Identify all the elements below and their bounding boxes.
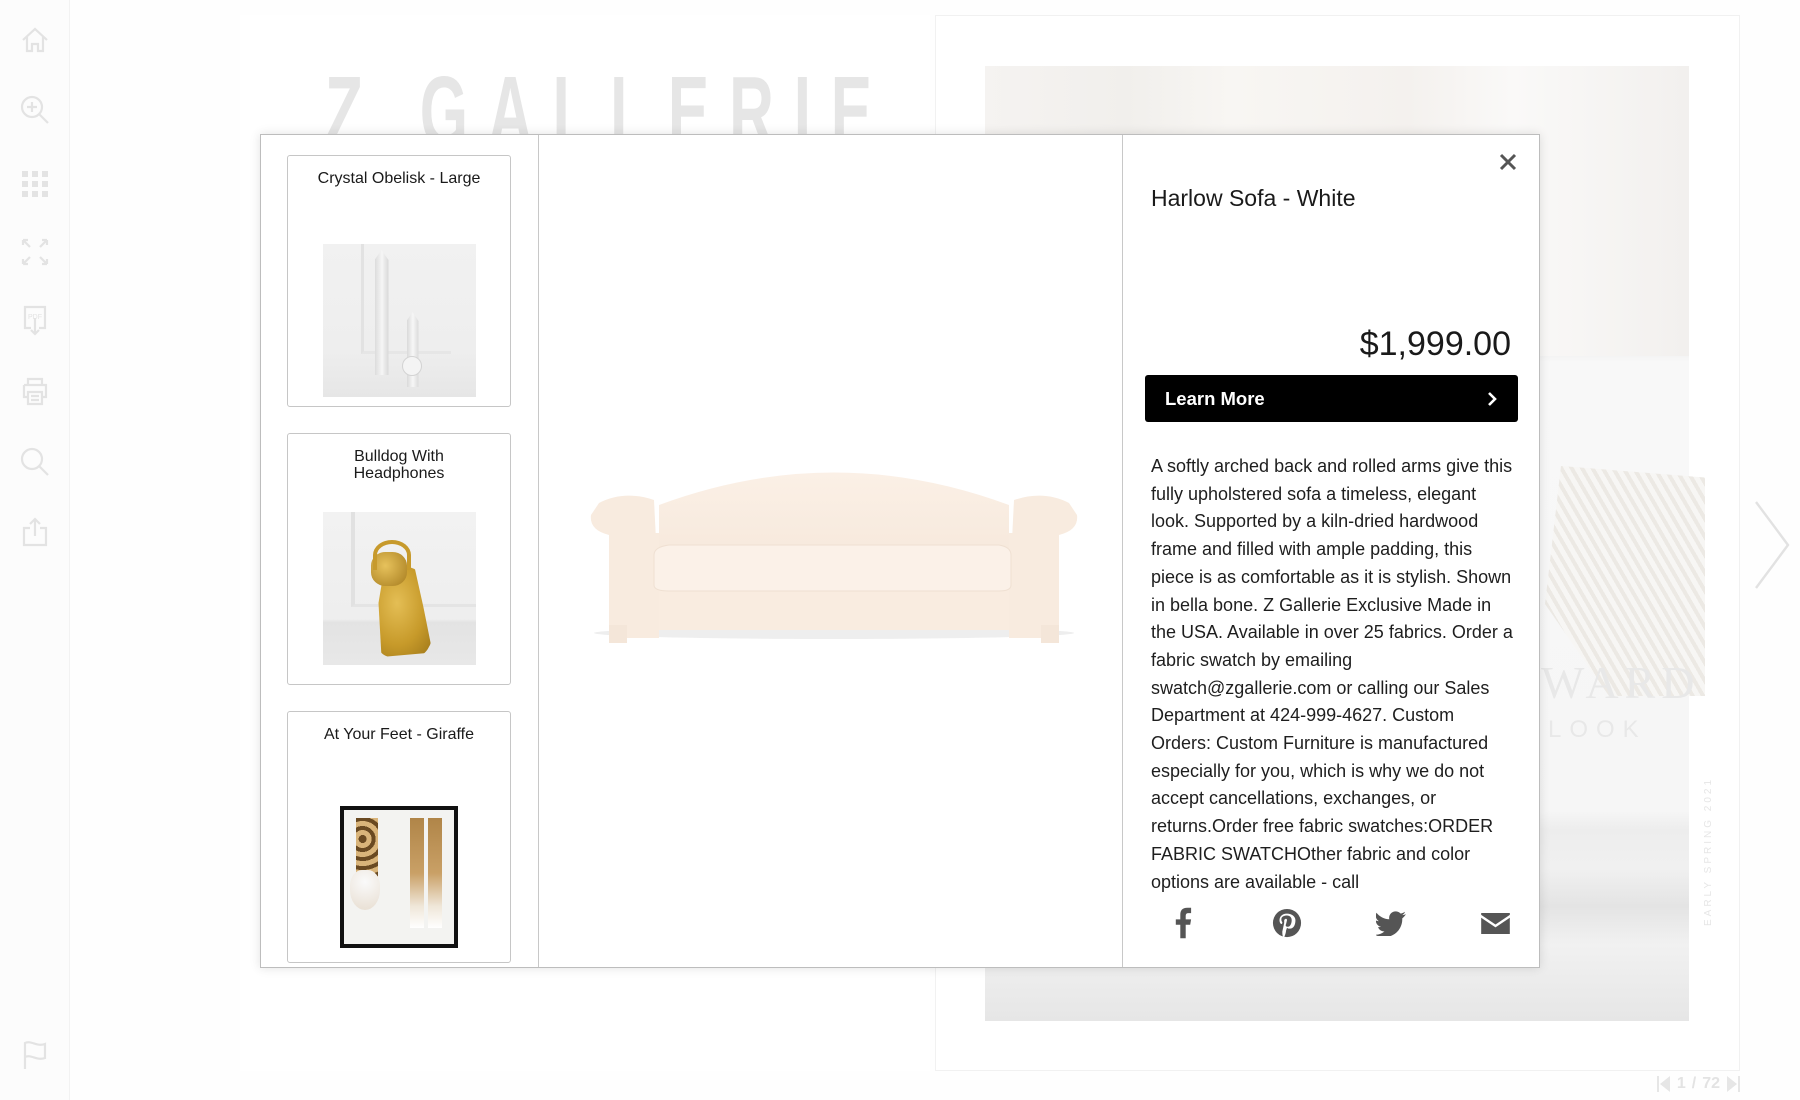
share-pinterest-button[interactable] xyxy=(1269,905,1305,941)
page-subheadline: LOOK xyxy=(1548,716,1647,743)
last-page-button[interactable] xyxy=(1726,1076,1740,1092)
giraffe-print-image xyxy=(322,800,476,953)
last-page-icon xyxy=(1727,1076,1740,1092)
toolbar-sidebar: PDF xyxy=(0,0,70,1100)
printer-icon xyxy=(22,377,48,406)
share-facebook-button[interactable] xyxy=(1165,905,1201,941)
share-bar xyxy=(1151,893,1513,953)
zoom-in-button[interactable] xyxy=(17,92,53,128)
share-twitter-button[interactable] xyxy=(1373,905,1409,941)
first-page-icon xyxy=(1656,1076,1670,1092)
learn-more-label: Learn More xyxy=(1165,387,1265,409)
search-icon xyxy=(20,447,49,476)
flag-icon xyxy=(23,1041,47,1069)
total-pages: 72 xyxy=(1702,1075,1720,1092)
chevron-right-icon xyxy=(1488,391,1497,406)
print-button[interactable] xyxy=(17,373,53,409)
first-page-button[interactable] xyxy=(1656,1076,1671,1092)
product-description[interactable]: A softly arched back and rolled arms giv… xyxy=(1151,453,1513,892)
related-products-column: Crystal Obelisk - Large Bulldog With Hea… xyxy=(261,135,539,967)
chevron-right-icon xyxy=(1755,501,1790,589)
page-separator: / xyxy=(1691,1075,1697,1092)
home-button[interactable] xyxy=(17,22,53,58)
share-button[interactable] xyxy=(17,514,53,550)
related-product-card[interactable]: At Your Feet - Giraffe xyxy=(287,711,511,963)
learn-more-button[interactable]: Learn More xyxy=(1145,375,1518,422)
facebook-icon xyxy=(1175,907,1192,939)
home-icon xyxy=(22,27,48,53)
twitter-icon xyxy=(1376,910,1406,936)
thumbnails-button[interactable] xyxy=(17,166,53,202)
share-icon xyxy=(22,517,48,547)
product-title: Harlow Sofa - White xyxy=(1151,185,1356,211)
fullscreen-button[interactable] xyxy=(17,234,53,270)
product-quickview-modal: Crystal Obelisk - Large Bulldog With Hea… xyxy=(260,134,1540,968)
product-price: $1,999.00 xyxy=(1359,325,1511,363)
product-main-image xyxy=(539,135,1123,967)
zoom-in-icon xyxy=(20,95,49,124)
page-headline: WARD xyxy=(1541,657,1701,708)
related-product-card[interactable]: Crystal Obelisk - Large xyxy=(287,155,511,407)
expand-icon xyxy=(21,238,49,266)
sofa-image xyxy=(590,472,1078,643)
download-pdf-button[interactable]: PDF xyxy=(17,302,53,338)
next-page-button[interactable] xyxy=(1752,500,1792,590)
related-product-title: Bulldog With Headphones xyxy=(353,448,445,482)
share-email-button[interactable] xyxy=(1477,905,1513,941)
email-icon xyxy=(1480,912,1510,934)
close-icon xyxy=(1499,153,1517,171)
related-product-card[interactable]: Bulldog With Headphones xyxy=(287,433,511,685)
page-indicator: 1 / 72 xyxy=(1656,1075,1740,1093)
pinterest-icon xyxy=(1272,908,1302,938)
flag-button[interactable] xyxy=(17,1037,53,1073)
grid-icon xyxy=(22,171,48,197)
current-page: 1 xyxy=(1676,1075,1686,1092)
crystal-obelisk-image xyxy=(322,244,476,397)
product-details-panel: Harlow Sofa - White $1,999.00 Learn More… xyxy=(1123,135,1539,967)
svg-text:PDF: PDF xyxy=(28,314,42,321)
bulldog-headphones-image xyxy=(322,512,476,665)
close-modal-button[interactable] xyxy=(1495,149,1521,175)
catalog-edition-caption: EARLY SPRING 2021 xyxy=(1703,776,1714,926)
pdf-download-icon: PDF xyxy=(23,305,47,336)
search-button[interactable] xyxy=(17,444,53,480)
flipbook-viewer: PDF Z GALLERIE WARD LOOK EARLY SPRING 20… xyxy=(0,0,1800,1100)
related-product-title: At Your Feet - Giraffe xyxy=(323,726,474,743)
related-product-title: Crystal Obelisk - Large xyxy=(317,170,481,187)
